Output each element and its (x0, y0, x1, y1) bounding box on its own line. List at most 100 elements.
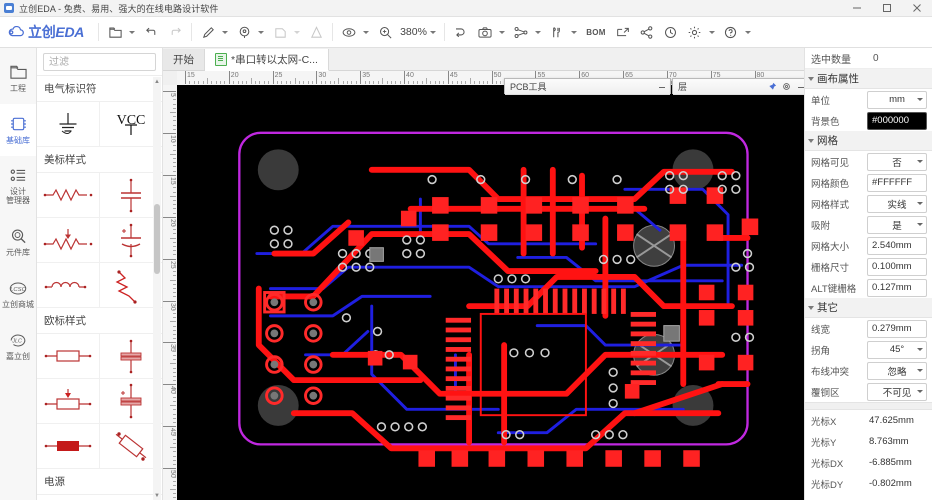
zoom-caret-icon[interactable] (429, 30, 436, 34)
library-scrollbar[interactable]: ▲ ▼ (153, 77, 161, 500)
sidebar-item-jlc[interactable]: JLC 嘉立创 (0, 320, 36, 372)
library-section-title[interactable]: 电气标识符 (37, 76, 162, 102)
library-part-resistor-us[interactable] (37, 173, 100, 218)
library-scroll-area[interactable]: 电气标识符 VCC 美标样式 欧标样式 电源 ▲ ▼ (37, 75, 162, 500)
import-icon[interactable] (449, 21, 473, 43)
library-filter-wrap (37, 48, 162, 75)
group-header-canvas[interactable]: 画布属性 (805, 69, 932, 89)
history-icon[interactable] (659, 21, 683, 43)
canvas-area: 1520253035404550556065707580 51015202530… (163, 71, 804, 500)
library-part-potentiometer-us[interactable] (37, 218, 100, 263)
gear-icon[interactable] (683, 21, 707, 43)
redo-icon[interactable] (163, 21, 187, 43)
place-part-icon[interactable] (268, 21, 292, 43)
line-width-field[interactable]: 0.279mm (867, 319, 927, 338)
library-filter-input[interactable] (43, 53, 156, 71)
group-header-grid[interactable]: 网格 (805, 131, 932, 151)
corner-select[interactable]: 45° (867, 340, 927, 359)
pencil-icon[interactable] (196, 21, 220, 43)
layers-panel-header[interactable]: 层 (673, 79, 804, 95)
place-part-caret-icon[interactable] (294, 30, 301, 34)
photo-camera-icon[interactable] (473, 21, 497, 43)
copper-area-select[interactable]: 不可见 (867, 382, 927, 401)
group-header-other[interactable]: 其它 (805, 298, 932, 318)
minimize-icon[interactable] (656, 81, 667, 92)
ruler-minor-tick (303, 81, 305, 84)
visibility-eye-icon[interactable] (337, 21, 361, 43)
svg-text:JLC: JLC (11, 338, 22, 344)
minimize-button[interactable] (842, 0, 872, 16)
zoom-icon[interactable] (373, 21, 397, 43)
ruler-minor-tick (173, 497, 176, 499)
pcb-tools-panel-header[interactable]: PCB工具 (505, 79, 670, 95)
chevron-down-icon (917, 369, 923, 372)
property-label: 栅格尺寸 (811, 262, 850, 274)
library-part-potentiometer-eu[interactable] (37, 379, 100, 424)
sidebar-item-lcsc-mall[interactable]: LCSC 立创商城 (0, 268, 36, 320)
undo-icon[interactable] (139, 21, 163, 43)
route-icon[interactable] (509, 21, 533, 43)
share-icon[interactable] (635, 21, 659, 43)
library-scrollbar-thumb[interactable] (154, 203, 160, 274)
vertical-ruler[interactable]: 5101520253035404550 (163, 85, 178, 500)
library-section-title[interactable]: 欧标样式 (37, 308, 162, 334)
chevron-down-icon (808, 76, 814, 81)
fine-grid-size-field[interactable]: 0.100mm (867, 257, 927, 276)
sidebar-item-project[interactable]: 工程 (0, 52, 36, 104)
ruler-minor-tick (173, 124, 176, 126)
tools-icon[interactable] (545, 21, 569, 43)
grid-color-field[interactable]: #FFFFFF (867, 173, 927, 192)
library-section-title[interactable]: 美标样式 (37, 147, 162, 173)
tools-caret-icon[interactable] (570, 30, 577, 34)
grid-size-field[interactable]: 2.540mm (867, 236, 927, 255)
unit-select[interactable]: mm (867, 90, 927, 109)
sidebar-item-design-manager[interactable]: 设计 管理器 (0, 156, 36, 216)
board-outline-icon[interactable] (304, 21, 328, 43)
library-part-ground[interactable] (37, 102, 100, 147)
zoom-level-label[interactable]: 380% (397, 26, 428, 38)
ruler-minor-tick (170, 111, 176, 113)
library-part-inductor-us[interactable] (37, 263, 100, 308)
ruler-minor-tick (173, 208, 176, 210)
file-folder-icon[interactable] (103, 21, 127, 43)
ruler-minor-tick (173, 141, 176, 143)
bom-icon[interactable]: BOM (581, 21, 611, 43)
library-part-resistor-filled-eu[interactable] (37, 424, 100, 469)
fabrication-icon[interactable] (611, 21, 635, 43)
route-conflict-select[interactable]: 忽略 (867, 361, 927, 380)
pencil-caret-icon[interactable] (222, 30, 229, 34)
alt-grid-field[interactable]: 0.127mm (867, 278, 927, 297)
gear-caret-icon[interactable] (708, 30, 715, 34)
maximize-button[interactable] (872, 0, 902, 16)
view-caret-icon[interactable] (363, 30, 370, 34)
snap-select[interactable]: 是 (867, 215, 927, 234)
scroll-up-icon[interactable]: ▲ (153, 77, 161, 86)
scroll-down-icon[interactable]: ▼ (153, 491, 161, 500)
library-section-title[interactable]: 电源 (37, 469, 162, 495)
sidebar-item-basic-library[interactable]: 基础库 (0, 104, 36, 156)
camera-caret-icon[interactable] (498, 30, 505, 34)
sidebar-item-component-library[interactable]: 元件库 (0, 216, 36, 268)
tab-project-document[interactable]: *串口转以太网-C... (205, 49, 329, 71)
help-icon[interactable] (719, 21, 743, 43)
location-pin-icon[interactable] (232, 21, 256, 43)
layers-panel[interactable]: 层 (672, 78, 804, 95)
background-color-field[interactable]: #000000 (867, 111, 927, 130)
minimize-icon[interactable] (795, 81, 804, 92)
grid-visible-select[interactable]: 否 (867, 152, 927, 171)
close-button[interactable] (902, 0, 932, 16)
pin-caret-icon[interactable] (258, 30, 265, 34)
pcb-tools-panel[interactable]: PCB工具 (504, 78, 671, 95)
ruler-minor-tick (173, 225, 176, 227)
pin-icon[interactable] (767, 81, 778, 92)
file-caret-icon[interactable] (129, 30, 136, 34)
ruler-label: 35 (362, 72, 371, 79)
property-label: 单位 (811, 95, 831, 107)
tab-start[interactable]: 开始 (163, 49, 205, 70)
library-part-resistor-eu[interactable] (37, 334, 100, 379)
gear-icon[interactable] (781, 81, 792, 92)
pcb-canvas[interactable] (177, 85, 804, 500)
route-caret-icon[interactable] (534, 30, 541, 34)
grid-style-select[interactable]: 实线 (867, 194, 927, 213)
help-caret-icon[interactable] (744, 30, 751, 34)
